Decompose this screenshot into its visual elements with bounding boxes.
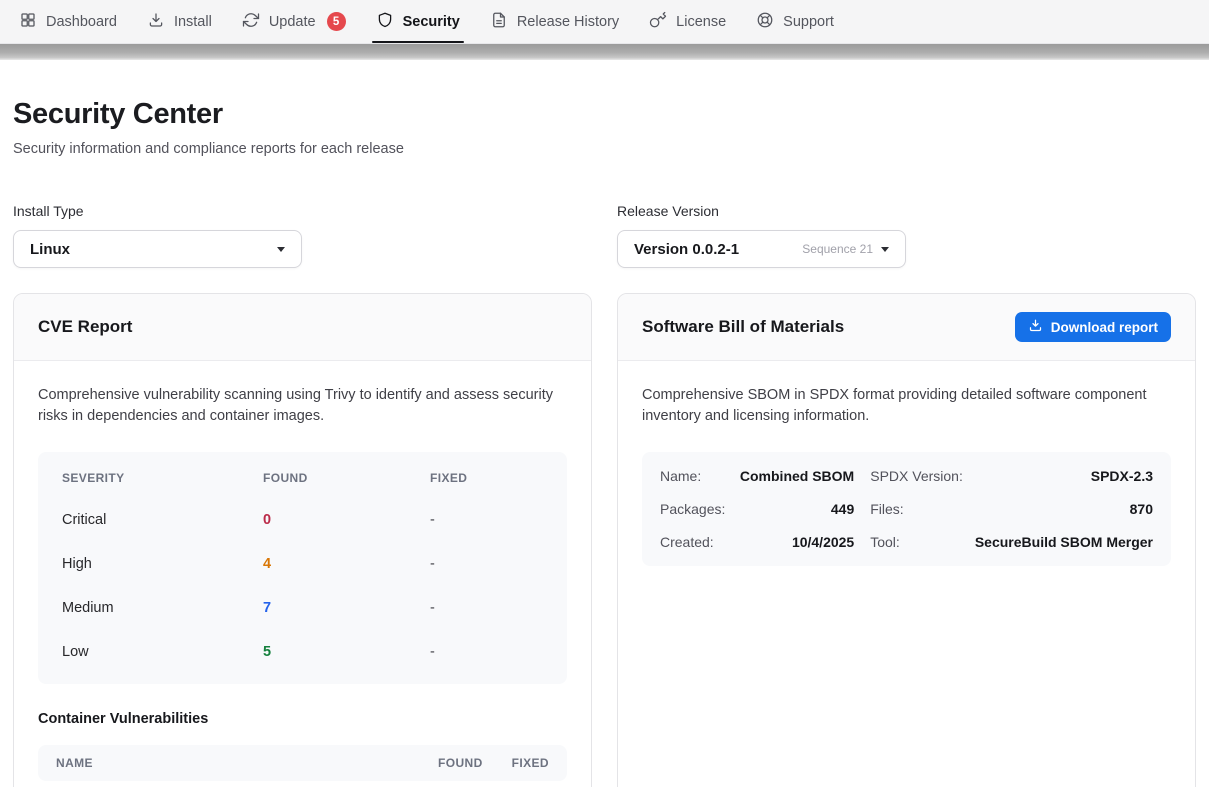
filters-row: Install Type Linux Release Version Versi…	[13, 203, 1196, 268]
release-version-select[interactable]: Version 0.0.2-1 Sequence 21	[617, 230, 906, 268]
nav-tab-release-history[interactable]: Release History	[475, 0, 634, 43]
sbom-card: Software Bill of Materials Download repo…	[617, 293, 1196, 787]
download-report-label: Download report	[1051, 320, 1158, 335]
severity-row: Critical 0 -	[38, 498, 567, 542]
life-buoy-icon	[756, 11, 774, 33]
severity-row: Low 5 -	[38, 630, 567, 674]
security-center-page: Security Center Security information and…	[0, 98, 1209, 787]
sbom-body: Comprehensive SBOM in SPDX format provid…	[618, 361, 1195, 590]
download-icon	[1028, 318, 1043, 336]
cve-report-body: Comprehensive vulnerability scanning usi…	[14, 361, 591, 787]
download-report-button[interactable]: Download report	[1015, 312, 1171, 342]
release-sequence-label: Sequence 21	[802, 242, 873, 256]
sbom-detail-label: Name:	[660, 468, 725, 484]
severity-name: High	[62, 556, 263, 572]
sbom-detail-value: SecureBuild SBOM Merger	[975, 534, 1153, 550]
severity-table: SEVERITY FOUND FIXED Critical 0 - High 4…	[38, 452, 567, 684]
install-type-select[interactable]: Linux	[13, 230, 302, 268]
sbom-title: Software Bill of Materials	[642, 317, 844, 337]
download-icon	[147, 11, 165, 33]
severity-row: High 4 -	[38, 542, 567, 586]
sbom-detail-value: Combined SBOM	[737, 468, 854, 484]
top-shadow-divider	[0, 44, 1209, 60]
shield-icon	[376, 11, 394, 33]
install-type-label: Install Type	[13, 203, 592, 219]
severity-table-header: SEVERITY FOUND FIXED	[38, 458, 567, 498]
cve-report-title: CVE Report	[38, 317, 132, 337]
page-subtitle: Security information and compliance repo…	[13, 141, 1196, 157]
severity-fixed-count: -	[430, 512, 543, 528]
release-version-filter: Release Version Version 0.0.2-1 Sequence…	[617, 203, 1196, 268]
severity-row: Medium 7 -	[38, 586, 567, 630]
nav-tab-install[interactable]: Install	[132, 0, 227, 43]
report-cards: CVE Report Comprehensive vulnerability s…	[13, 293, 1196, 787]
severity-found-count: 7	[263, 600, 430, 616]
nav-tab-label: Security	[403, 14, 460, 30]
nav-tab-dashboard[interactable]: Dashboard	[4, 0, 132, 43]
sbom-detail-value: 449	[737, 501, 854, 517]
nav-tab-label: Update	[269, 14, 316, 30]
severity-found-count: 5	[263, 644, 430, 660]
severity-fixed-count: -	[430, 644, 543, 660]
sbom-detail-label: SPDX Version:	[870, 468, 963, 484]
nav-tab-label: License	[676, 14, 726, 30]
sbom-detail-label: Tool:	[870, 534, 963, 550]
release-version-label: Release Version	[617, 203, 1196, 219]
severity-fixed-count: -	[430, 600, 543, 616]
file-text-icon	[490, 11, 508, 33]
nav-tab-update[interactable]: Update 5	[227, 0, 361, 43]
top-navigation: Dashboard Install Update 5 Security Rele…	[0, 0, 1209, 44]
severity-name: Low	[62, 644, 263, 660]
page-title: Security Center	[13, 98, 1196, 131]
column-header-found: FOUND	[438, 756, 483, 770]
key-icon	[649, 11, 667, 33]
column-header-fixed: FIXED	[430, 471, 543, 485]
nav-tab-label: Dashboard	[46, 14, 117, 30]
refresh-icon	[242, 11, 260, 33]
column-header-severity: SEVERITY	[62, 471, 263, 485]
sbom-detail-label: Files:	[870, 501, 963, 517]
dashboard-icon	[19, 11, 37, 33]
severity-found-count: 0	[263, 512, 430, 528]
install-type-value: Linux	[30, 241, 70, 258]
sbom-header: Software Bill of Materials Download repo…	[618, 294, 1195, 361]
chevron-down-icon	[881, 247, 889, 252]
severity-found-count: 4	[263, 556, 430, 572]
nav-tab-label: Release History	[517, 14, 619, 30]
update-count-badge: 5	[327, 12, 346, 31]
cve-report-description: Comprehensive vulnerability scanning usi…	[38, 385, 567, 427]
sbom-detail-label: Packages:	[660, 501, 725, 517]
sbom-description: Comprehensive SBOM in SPDX format provid…	[642, 385, 1171, 427]
nav-tab-license[interactable]: License	[634, 0, 741, 43]
install-type-filter: Install Type Linux	[13, 203, 592, 268]
nav-tab-support[interactable]: Support	[741, 0, 849, 43]
cve-report-header: CVE Report	[14, 294, 591, 361]
column-header-found: FOUND	[263, 471, 430, 485]
chevron-down-icon	[277, 247, 285, 252]
sbom-detail-value: 870	[975, 501, 1153, 517]
nav-tab-label: Support	[783, 14, 834, 30]
sbom-detail-label: Created:	[660, 534, 725, 550]
severity-name: Medium	[62, 600, 263, 616]
release-version-value: Version 0.0.2-1	[634, 241, 739, 258]
sbom-detail-value: SPDX-2.3	[975, 468, 1153, 484]
sbom-details: Name: Combined SBOM SPDX Version: SPDX-2…	[642, 452, 1171, 566]
sbom-detail-value: 10/4/2025	[737, 534, 854, 550]
container-vulnerabilities-header: NAME FOUND FIXED	[38, 745, 567, 781]
severity-name: Critical	[62, 512, 263, 528]
severity-fixed-count: -	[430, 556, 543, 572]
container-vulnerabilities-title: Container Vulnerabilities	[38, 711, 567, 727]
cve-report-card: CVE Report Comprehensive vulnerability s…	[13, 293, 592, 787]
column-header-name: NAME	[56, 756, 438, 770]
nav-tab-label: Install	[174, 14, 212, 30]
nav-tab-security[interactable]: Security	[361, 0, 475, 43]
column-header-fixed: FIXED	[512, 756, 549, 770]
